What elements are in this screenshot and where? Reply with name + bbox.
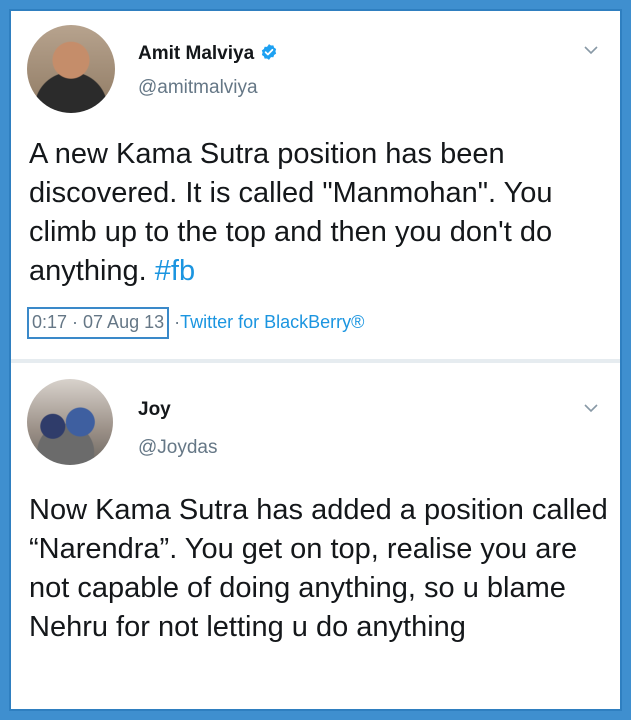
tweet-divider [11, 359, 620, 363]
screenshot-frame: Amit Malviya @amitmalviya A new Kama Sut… [9, 9, 622, 711]
tweet-text: Now Kama Sutra has added a position call… [29, 491, 609, 647]
display-name[interactable]: Joy [138, 399, 171, 421]
tweet-2: Joy @Joydas Now Kama Sutra has added a p… [11, 11, 620, 643]
avatar-joy[interactable] [27, 379, 113, 465]
user-handle[interactable]: @Joydas [138, 437, 218, 459]
chevron-down-icon[interactable] [584, 403, 598, 413]
tweet-text-main: Now Kama Sutra has added a position call… [29, 494, 608, 643]
